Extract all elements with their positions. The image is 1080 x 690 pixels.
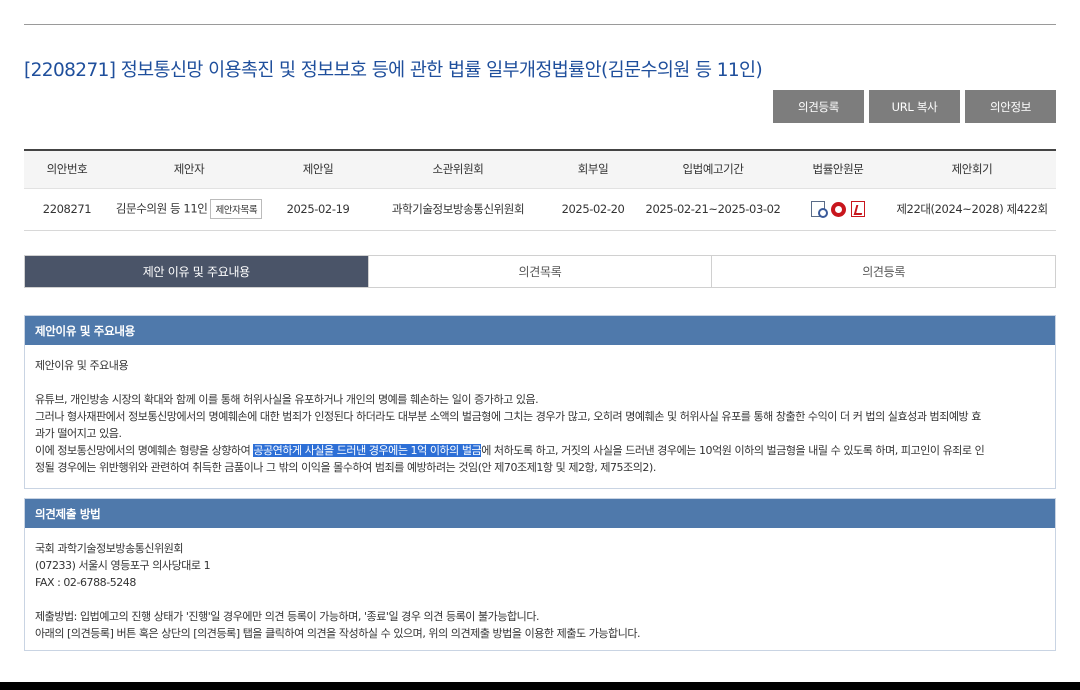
reason-subtitle: 제안이유 및 주요내용 xyxy=(35,359,129,372)
reason-paragraph-3b: 정될 경우에는 위반행위와 관련하여 취득한 금품이나 그 밖의 이익을 몰수하… xyxy=(35,461,656,474)
reason-paragraph-2b: 과가 떨어지고 있음. xyxy=(35,427,122,440)
reason-paragraph-2a: 그러나 형사재판에서 정보통신망에서의 명예훼손에 대한 범죄가 인정된다 하더… xyxy=(35,410,981,423)
header-propose-date: 제안일 xyxy=(268,150,368,189)
tab-opinion-list[interactable]: 의견목록 xyxy=(367,256,712,287)
content-tabs: 제안 이유 및 주요내용 의견목록 의견등록 xyxy=(24,255,1056,288)
page-frame: [2208271] 정보통신망 이용촉진 및 정보보호 등에 관한 법률 일부개… xyxy=(0,0,1080,682)
hwp-file-icon[interactable] xyxy=(830,201,846,217)
reason-paragraph-1: 유튜브, 개인방송 시장의 확대와 함께 이를 통해 허위사실을 유포하거나 개… xyxy=(35,393,539,406)
bill-text-icons xyxy=(788,188,888,231)
reason-p3-after: 에 처하도록 하고, 거짓의 사실을 드러낸 경우에는 10억원 이하의 벌금형… xyxy=(481,444,985,457)
proposer-list-button[interactable]: 제안자목록 xyxy=(210,199,263,219)
submit-panel: 의견제출 방법 국회 과학기술정보방송통신위원회 (07233) 서울시 영등포… xyxy=(24,498,1056,651)
header-session: 제안회기 xyxy=(888,150,1056,189)
page-title: [2208271] 정보통신망 이용촉진 및 정보보호 등에 관한 법률 일부개… xyxy=(24,60,763,81)
submit-panel-body: 국회 과학기술정보방송통신위원회 (07233) 서울시 영등포구 의사당대로 … xyxy=(25,528,1055,652)
highlighted-text: 공공연하게 사실을 드러낸 경우에는 1억 이하의 벌금 xyxy=(253,444,482,457)
header-committee: 소관위원회 xyxy=(368,150,548,189)
pdf-file-icon[interactable] xyxy=(850,201,865,217)
top-divider xyxy=(24,24,1056,25)
reason-panel: 제안이유 및 주요내용 제안이유 및 주요내용 유튜브, 개인방송 시장의 확대… xyxy=(24,315,1056,489)
table-header-row: 의안번호 제안자 제안일 소관위원회 회부일 입법예고기간 법률안원문 제안회기 xyxy=(24,150,1056,189)
bill-info-table: 의안번호 제안자 제안일 소관위원회 회부일 입법예고기간 법률안원문 제안회기… xyxy=(24,149,1056,231)
header-referral-date: 회부일 xyxy=(548,150,638,189)
header-bill-no: 의안번호 xyxy=(24,150,110,189)
committee-fax: FAX : 02-6788-5248 xyxy=(35,576,136,589)
header-bill-text: 법률안원문 xyxy=(788,150,888,189)
reason-panel-body: 제안이유 및 주요내용 유튜브, 개인방송 시장의 확대와 함께 이를 통해 허… xyxy=(25,345,1055,486)
bill-info-button[interactable]: 의안정보 xyxy=(965,90,1056,123)
referral-date: 2025-02-20 xyxy=(548,188,638,231)
proposer-name: 김문수의원 등 11인 xyxy=(115,201,208,216)
table-row: 2208271 김문수의원 등 11인 제안자목록 2025-02-19 과학기술… xyxy=(24,188,1056,231)
tab-opinion-register[interactable]: 의견등록 xyxy=(711,256,1055,287)
committee-name: 국회 과학기술정보방송통신위원회 xyxy=(35,542,184,555)
reason-paragraph-3: 이에 정보통신망에서의 명예훼손 형량을 상향하여 공공연하게 사실을 드러낸 … xyxy=(35,442,1045,459)
action-buttons: 의견등록 URL 복사 의안정보 xyxy=(773,90,1056,123)
proposer-cell: 김문수의원 등 11인 제안자목록 xyxy=(110,188,268,231)
reason-p3-before: 이에 정보통신망에서의 명예훼손 형량을 상향하여 xyxy=(35,444,254,457)
session: 제22대(2024~2028) 제422회 xyxy=(888,188,1056,231)
document-view-icon[interactable] xyxy=(811,201,829,218)
opinion-register-button[interactable]: 의견등록 xyxy=(773,90,864,123)
committee: 과학기술정보방송통신위원회 xyxy=(368,188,548,231)
bill-number: 2208271 xyxy=(24,188,110,231)
submit-panel-heading: 의견제출 방법 xyxy=(25,499,1055,528)
tab-proposal-reason[interactable]: 제안 이유 및 주요내용 xyxy=(25,256,368,287)
header-notice-period: 입법예고기간 xyxy=(638,150,788,189)
url-copy-button[interactable]: URL 복사 xyxy=(869,90,960,123)
propose-date: 2025-02-19 xyxy=(268,188,368,231)
header-proposer: 제안자 xyxy=(110,150,268,189)
committee-address: (07233) 서울시 영등포구 의사당대로 1 xyxy=(35,559,211,572)
submit-guide-text: 아래의 [의견등록] 버튼 혹은 상단의 [의견등록] 탭을 클릭하여 의견을 … xyxy=(35,627,641,640)
reason-panel-heading: 제안이유 및 주요내용 xyxy=(25,316,1055,345)
submit-method-text: 제출방법: 입법예고의 진행 상태가 '진행'일 경우에만 의견 등록이 가능하… xyxy=(35,610,540,623)
notice-period: 2025-02-21~2025-03-02 xyxy=(638,188,788,231)
